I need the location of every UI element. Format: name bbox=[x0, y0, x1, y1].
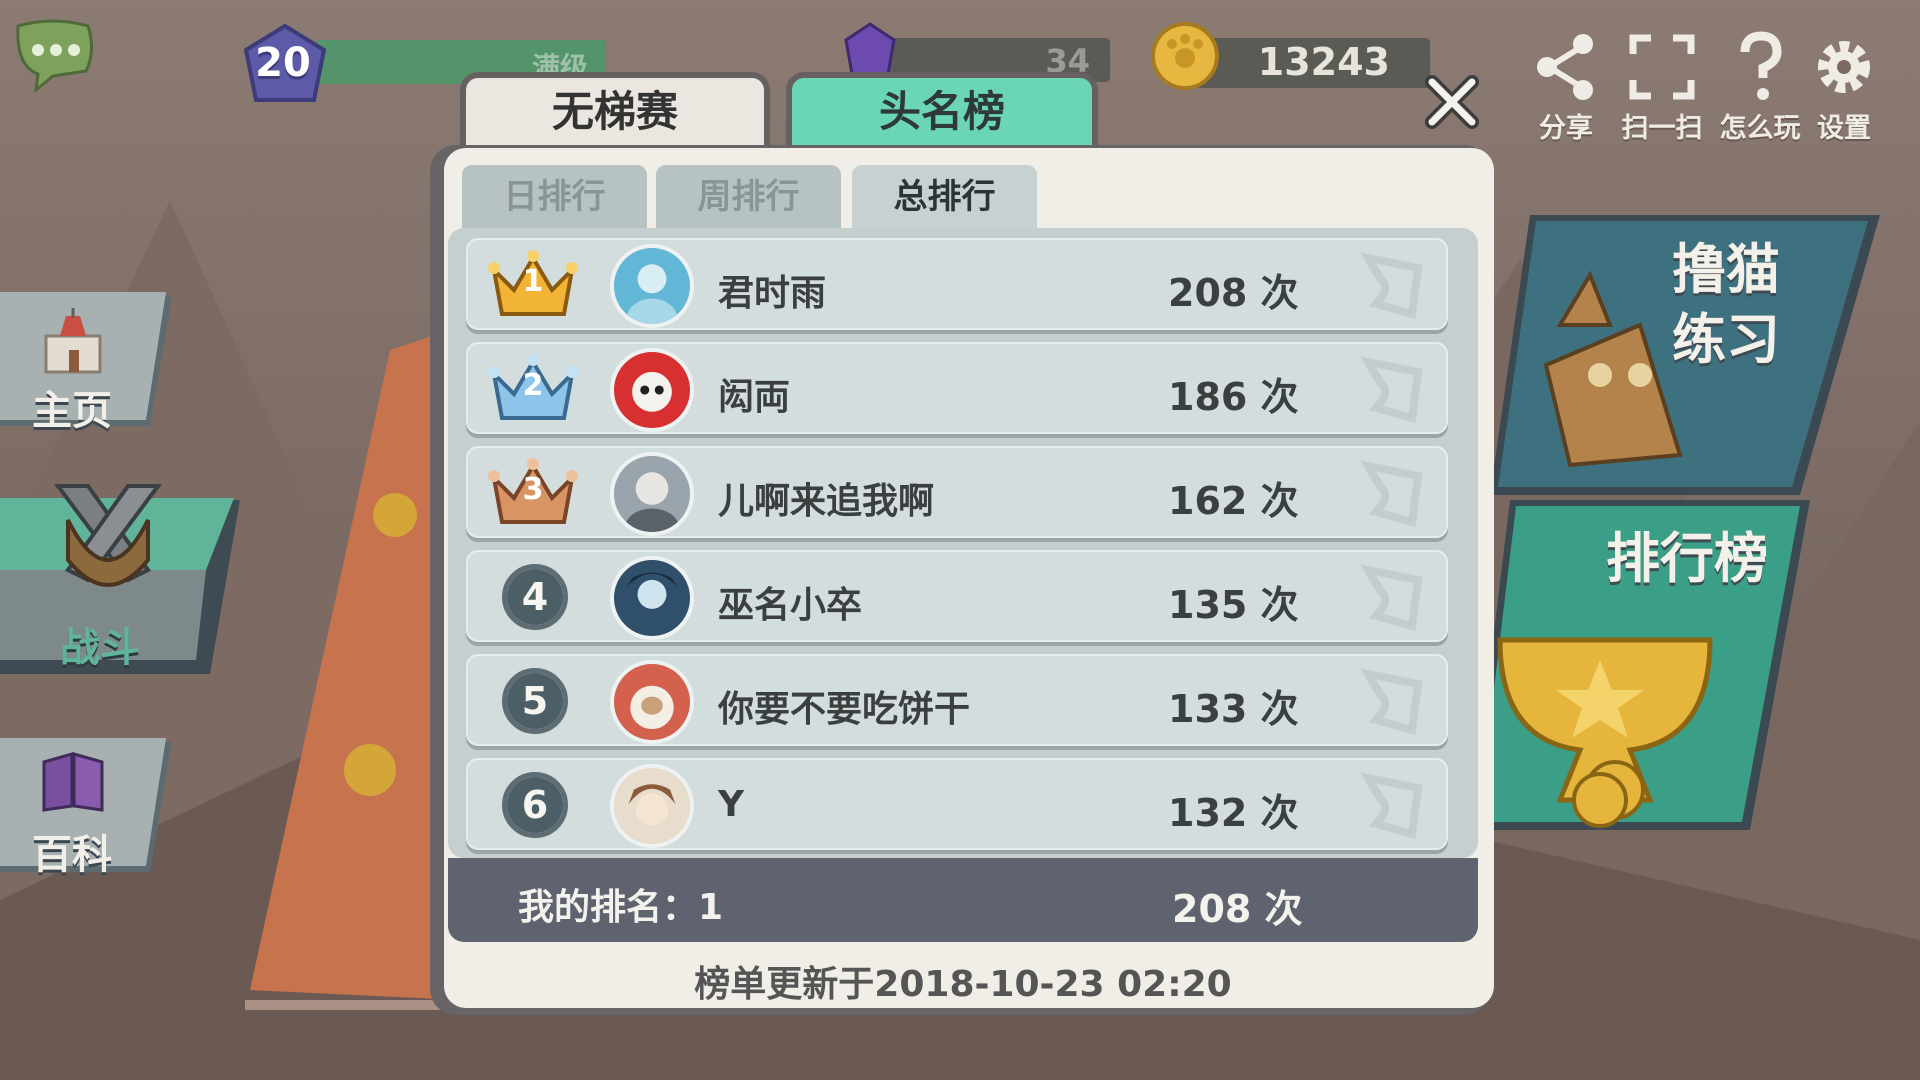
avatar bbox=[610, 764, 694, 848]
player-name: 儿啊来追我啊 bbox=[718, 481, 935, 522]
player-score: 135 次 bbox=[1168, 583, 1299, 627]
rank-badge: 6 bbox=[502, 772, 568, 838]
avatar bbox=[610, 244, 694, 328]
rank-number: 2 bbox=[522, 368, 544, 403]
avatar bbox=[610, 348, 694, 432]
paw-watermark-icon bbox=[1359, 460, 1423, 528]
player-score: 133 次 bbox=[1168, 687, 1299, 731]
ranking-row-4[interactable]: 4 巫名小卒 135 次 bbox=[466, 550, 1448, 642]
coin-counter: 13243 bbox=[1150, 20, 1450, 100]
rank-badge: 5 bbox=[502, 668, 568, 734]
leaderboard-card[interactable]: 排行榜 bbox=[1470, 500, 1810, 840]
avatar bbox=[610, 556, 694, 640]
nav-home-label: 主页 bbox=[32, 388, 112, 434]
tab-top-ranking[interactable]: 头名榜 bbox=[786, 72, 1098, 150]
ranking-row-3[interactable]: 3 儿啊来追我啊 162 次 bbox=[466, 446, 1448, 538]
rank-number: 6 bbox=[507, 777, 563, 833]
ranking-row-2[interactable]: 2 闳両 186 次 bbox=[466, 342, 1448, 434]
coin-count: 13243 bbox=[1257, 40, 1390, 84]
paw-watermark-icon bbox=[1359, 772, 1423, 840]
share-label: 分享 bbox=[1539, 113, 1593, 144]
tab-weekly[interactable]: 周排行 bbox=[656, 165, 841, 229]
avatar bbox=[610, 660, 694, 744]
paw-watermark-icon bbox=[1359, 252, 1423, 320]
practice-card[interactable]: 撸猫 练习 bbox=[1490, 215, 1885, 505]
rank-number: 4 bbox=[507, 569, 563, 625]
practice-card-title: 撸猫 练习 bbox=[1672, 238, 1780, 372]
paw-watermark-icon bbox=[1359, 668, 1423, 736]
crossed-swords-icon bbox=[54, 484, 162, 587]
my-rank-bar: 我的排名：1 208 次 bbox=[448, 858, 1478, 942]
coin-icon bbox=[1151, 22, 1219, 90]
close-icon[interactable] bbox=[1422, 72, 1482, 132]
player-name: 巫名小卒 bbox=[718, 585, 863, 626]
player-score: 162 次 bbox=[1168, 479, 1299, 523]
ranking-row-1[interactable]: 1 君时雨 208 次 bbox=[466, 238, 1448, 330]
player-name: 君时雨 bbox=[718, 273, 827, 314]
castle-icon bbox=[44, 308, 102, 374]
player-name: 闳両 bbox=[718, 377, 791, 418]
tab-ladder-mode[interactable]: 无梯赛 bbox=[460, 72, 770, 150]
player-name: Y bbox=[718, 784, 745, 825]
rank-number: 5 bbox=[507, 673, 563, 729]
ranking-row-6[interactable]: 6 Y 132 次 bbox=[466, 758, 1448, 850]
nav-battle-label: 战斗 bbox=[60, 625, 140, 671]
settings-label: 设置 bbox=[1817, 113, 1871, 144]
player-score: 186 次 bbox=[1168, 375, 1299, 419]
rank-number: 1 bbox=[522, 264, 544, 299]
question-icon bbox=[1740, 31, 1782, 100]
my-rank-label: 我的排名：1 bbox=[518, 887, 724, 928]
scan-icon bbox=[1629, 34, 1695, 100]
share-icon bbox=[1537, 34, 1593, 100]
level-number: 20 bbox=[255, 40, 311, 86]
scan-label: 扫一扫 bbox=[1621, 113, 1703, 144]
scan-button[interactable]: 扫一扫 bbox=[1612, 30, 1712, 144]
tab-daily[interactable]: 日排行 bbox=[462, 165, 647, 229]
chat-icon[interactable] bbox=[8, 16, 98, 92]
book-icon bbox=[42, 752, 104, 812]
tab-overall[interactable]: 总排行 bbox=[852, 165, 1037, 229]
player-score: 208 次 bbox=[1168, 271, 1299, 315]
nav-wiki[interactable]: 百科 bbox=[0, 738, 180, 878]
rank-number: 3 bbox=[522, 472, 544, 507]
nav-battle[interactable]: 战斗 bbox=[0, 480, 245, 675]
paw-watermark-icon bbox=[1359, 564, 1423, 632]
rank-badge: 4 bbox=[502, 564, 568, 630]
share-button[interactable]: 分享 bbox=[1516, 30, 1616, 144]
update-timestamp: 榜单更新于2018-10-23 02:20 bbox=[694, 964, 1232, 1005]
paw-watermark-icon bbox=[1359, 356, 1423, 424]
player-name: 你要不要吃饼干 bbox=[718, 689, 971, 730]
avatar bbox=[610, 452, 694, 536]
nav-wiki-label: 百科 bbox=[32, 832, 112, 878]
leaderboard-card-title: 排行榜 bbox=[1606, 527, 1768, 590]
my-rank-score: 208 次 bbox=[1172, 887, 1303, 931]
nav-home[interactable]: 主页 bbox=[0, 292, 180, 434]
settings-button[interactable]: 设置 bbox=[1794, 30, 1894, 144]
player-score: 132 次 bbox=[1168, 791, 1299, 835]
ranking-row-5[interactable]: 5 你要不要吃饼干 133 次 bbox=[466, 654, 1448, 746]
gear-icon bbox=[1818, 41, 1870, 93]
